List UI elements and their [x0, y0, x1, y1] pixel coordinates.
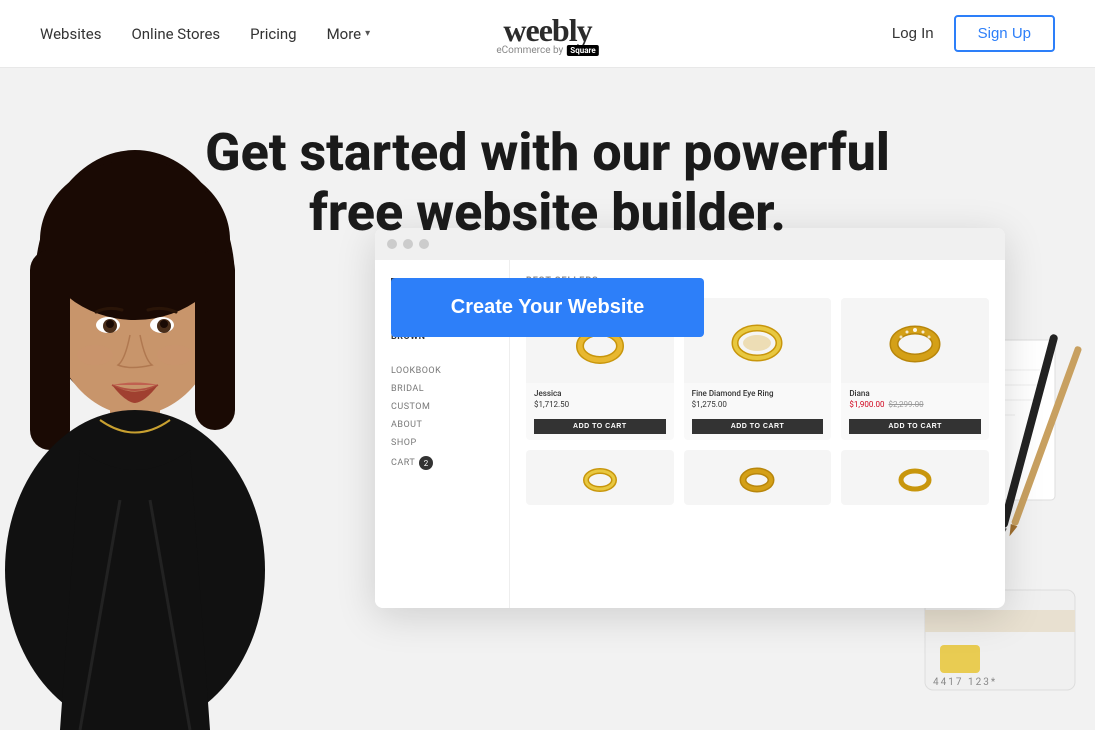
product-name-3: Diana [849, 389, 981, 398]
products-row2 [526, 450, 989, 505]
logo-tagline: eCommerce by Square [496, 45, 598, 56]
cta-button[interactable]: Create Your Website [391, 278, 704, 337]
sidebar-nav-shop[interactable]: SHOP [391, 434, 493, 452]
login-button[interactable]: Log In [892, 25, 934, 42]
product-partial-1 [526, 450, 674, 505]
price-sale-3: $1,900.00 [849, 400, 884, 409]
product-info-2: Fine Diamond Eye Ring $1,275.00 ADD TO C… [684, 383, 832, 440]
nav-more[interactable]: More ▾ [327, 25, 371, 43]
cart-label: CART [391, 458, 415, 468]
hero-section: Get started with our powerful free websi… [0, 68, 1095, 730]
product-name-1: Jessica [534, 389, 666, 398]
add-to-cart-btn-2[interactable]: ADD TO CART [692, 419, 824, 434]
hero-headline: Get started with our powerful free websi… [0, 68, 1095, 337]
product-info-3: Diana $1,900.00 $2,299.00 ADD TO CART [841, 383, 989, 440]
square-badge: Square [567, 45, 598, 56]
nav-pricing[interactable]: Pricing [250, 25, 296, 43]
nav-online-stores[interactable]: Online Stores [131, 25, 220, 43]
add-to-cart-btn-3[interactable]: ADD TO CART [849, 419, 981, 434]
chevron-down-icon: ▾ [365, 28, 370, 39]
nav-right: Log In Sign Up [892, 15, 1055, 52]
header: Websites Online Stores Pricing More ▾ we… [0, 0, 1095, 68]
product-info-1: Jessica $1,712.50 ADD TO CART [526, 383, 674, 440]
ring-partial-2 [737, 458, 777, 498]
product-partial-2 [684, 450, 832, 505]
nav-websites[interactable]: Websites [40, 25, 101, 43]
signup-button[interactable]: Sign Up [954, 15, 1055, 52]
product-price-1: $1,712.50 [534, 400, 666, 409]
ring-partial-3 [895, 458, 935, 498]
product-name-2: Fine Diamond Eye Ring [692, 389, 824, 398]
sidebar-nav-bridal[interactable]: BRIDAL [391, 380, 493, 398]
logo-name: weebly [496, 12, 598, 49]
add-to-cart-btn-1[interactable]: ADD TO CART [534, 419, 666, 434]
sidebar-nav-about[interactable]: ABOUT [391, 416, 493, 434]
sidebar-nav-cart[interactable]: CART 2 [391, 452, 493, 474]
hero-title: Get started with our powerful free websi… [198, 123, 898, 243]
product-price-2: $1,275.00 [692, 400, 824, 409]
svg-text:4417 123*: 4417 123* [933, 677, 997, 688]
product-partial-3 [841, 450, 989, 505]
logo: weebly eCommerce by Square [496, 12, 598, 56]
nav-left: Websites Online Stores Pricing More ▾ [40, 25, 370, 43]
product-price-3: $1,900.00 $2,299.00 [849, 400, 981, 409]
sidebar-nav-lookbook[interactable]: LOOKBOOK [391, 362, 493, 380]
price-original-3: $2,299.00 [888, 400, 923, 409]
cart-count-badge: 2 [419, 456, 433, 470]
sidebar-nav-custom[interactable]: CUSTOM [391, 398, 493, 416]
ring-partial-1 [580, 458, 620, 498]
nav-more-label: More [327, 25, 362, 43]
